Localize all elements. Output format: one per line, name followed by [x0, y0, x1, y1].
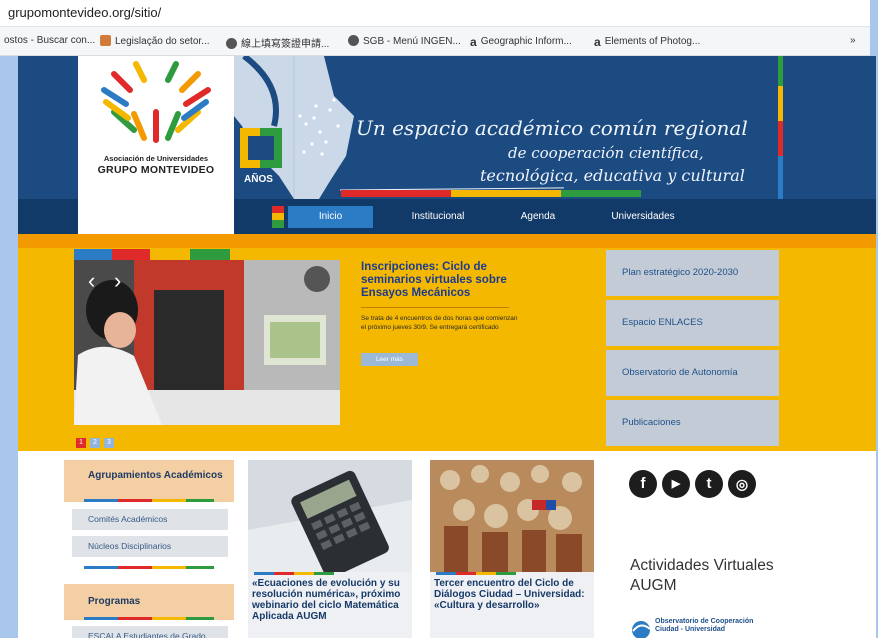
color-bar: [118, 566, 152, 569]
side-link-observatorio[interactable]: Observatorio de Autonomía: [606, 350, 779, 396]
band-top-strip: [18, 234, 876, 248]
slider-color-tab: [190, 249, 230, 260]
nav-universidades[interactable]: Universidades: [588, 206, 698, 228]
bookmark-item[interactable]: SGB - Menú INGEN...: [348, 35, 461, 47]
color-bar: [118, 499, 152, 502]
sun-logo-icon: [101, 61, 211, 143]
slider-prev-icon[interactable]: ‹: [88, 268, 95, 294]
web-page: AÑOS Un espacio académico común regional…: [18, 56, 876, 638]
color-bar: [274, 572, 294, 575]
bookmark-item[interactable]: ostos - Buscar con...: [4, 35, 95, 46]
bookmark-item[interactable]: a Elements of Photog...: [594, 35, 700, 49]
festival-photo: [430, 460, 594, 572]
bookmark-item[interactable]: Legislação do setor...: [100, 35, 210, 47]
color-bar: [152, 499, 186, 502]
color-bar: [186, 566, 214, 569]
color-bar: [496, 572, 516, 575]
bookmark-item[interactable]: a Geographic Inform...: [470, 35, 572, 49]
group-header-programas: Programas: [64, 584, 234, 620]
color-bar: [254, 572, 274, 575]
news-card[interactable]: «Ecuaciones de evolución y su resolución…: [248, 460, 412, 638]
slogan-line-2: de cooperación científica,: [508, 144, 704, 162]
color-bar: [436, 572, 456, 575]
slogan-line-3: tecnológica, educativa y cultural: [480, 166, 745, 185]
calculator-photo: [248, 460, 412, 572]
amazon-icon: a: [594, 35, 601, 49]
color-stripe: [451, 190, 561, 197]
site-logo[interactable]: Asociación de Universidades GRUPO MONTEV…: [78, 56, 234, 234]
read-more-button[interactable]: Leer más: [361, 353, 418, 366]
card-title[interactable]: Tercer encuentro del Ciclo de Diálogos C…: [434, 578, 592, 611]
color-stripe: [341, 190, 451, 197]
observatory-link[interactable]: Observatorio de Cooperación Ciudad - Uni…: [655, 618, 753, 634]
news-card[interactable]: Tercer encuentro del Ciclo de Diálogos C…: [430, 460, 594, 638]
slogan-line-1: Un espacio académico común regional: [356, 116, 748, 140]
bookmark-item[interactable]: 線上填寫簽證申請...: [226, 35, 329, 50]
slider-pagination: 123: [76, 431, 118, 449]
nav-color-stripe: [272, 213, 284, 220]
color-bar: [84, 566, 118, 569]
calendar-icon: [100, 35, 111, 46]
card-image: [248, 460, 412, 572]
menu-item-comites[interactable]: Comités Académicos: [72, 509, 228, 530]
slider-page-2[interactable]: 2: [90, 438, 100, 448]
color-stripe: [778, 86, 783, 121]
group-header-agrupamientos: Agrupamientos Académicos: [64, 460, 234, 502]
color-bar: [186, 617, 214, 620]
bookmarks-overflow[interactable]: »: [850, 35, 856, 46]
instagram-icon[interactable]: ◎: [728, 470, 756, 498]
card-image: [430, 460, 594, 572]
url-text[interactable]: grupomontevideo.org/sitio/: [8, 5, 161, 20]
color-stripe: [778, 156, 783, 199]
amazon-icon: a: [470, 35, 477, 49]
color-bar: [152, 566, 186, 569]
color-bar: [118, 617, 152, 620]
side-link-plan[interactable]: Plan estratégico 2020-2030: [606, 250, 779, 296]
color-bar: [186, 499, 214, 502]
color-stripe: [561, 190, 641, 197]
slider-page-3[interactable]: 3: [104, 438, 114, 448]
featured-news-summary: Se trata de 4 encuentros de dos horas qu…: [361, 315, 518, 331]
featured-news-title[interactable]: Inscripciones: Ciclo de seminarios virtu…: [361, 261, 521, 300]
nav-agenda[interactable]: Agenda: [493, 206, 583, 228]
news-divider: [361, 307, 509, 308]
address-bar[interactable]: grupomontevideo.org/sitio/: [0, 0, 870, 27]
side-link-enlaces[interactable]: Espacio ENLACES: [606, 300, 779, 346]
side-link-publicaciones[interactable]: Publicaciones: [606, 400, 779, 446]
logo-text-line-2: GRUPO MONTEVIDEO: [97, 164, 215, 176]
observatory-logo-icon: [632, 621, 651, 638]
nav-inicio[interactable]: Inicio: [288, 206, 373, 228]
bookmarks-bar: ostos - Buscar con... Legislação do seto…: [0, 27, 870, 56]
slider-color-tab: [150, 249, 190, 260]
color-bar: [314, 572, 334, 575]
nav-color-stripe: [272, 206, 284, 213]
menu-item-escala[interactable]: ESCALA Estudiantes de Grado: [72, 626, 228, 638]
globe-icon: [348, 35, 359, 46]
globe-icon: [226, 38, 237, 49]
twitter-icon[interactable]: t: [695, 470, 723, 498]
facebook-icon[interactable]: f: [629, 470, 657, 498]
activities-heading: Actividades Virtuales AUGM: [630, 557, 774, 594]
nav-institucional[interactable]: Institucional: [388, 206, 488, 228]
youtube-icon[interactable]: ▶: [662, 470, 690, 498]
slider-next-icon[interactable]: ›: [114, 268, 121, 294]
anniversary-label: AÑOS: [244, 174, 273, 185]
browser-window: grupomontevideo.org/sitio/ ostos - Busca…: [0, 0, 878, 638]
color-stripe: [778, 56, 783, 86]
color-stripe: [778, 121, 783, 156]
color-bar: [476, 572, 496, 575]
slider-color-tab: [112, 249, 150, 260]
color-bar: [84, 499, 118, 502]
card-title[interactable]: «Ecuaciones de evolución y su resolución…: [252, 578, 410, 622]
slider-color-tab: [74, 249, 112, 260]
logo-text-line-1: Asociación de Universidades: [103, 154, 209, 163]
menu-item-nucleos[interactable]: Núcleos Disciplinarios: [72, 536, 228, 557]
slider-page-1[interactable]: 1: [76, 438, 86, 448]
nav-color-stripe: [272, 220, 284, 228]
color-bar: [84, 617, 118, 620]
color-bar: [456, 572, 476, 575]
color-bar: [152, 617, 186, 620]
color-bar: [294, 572, 314, 575]
